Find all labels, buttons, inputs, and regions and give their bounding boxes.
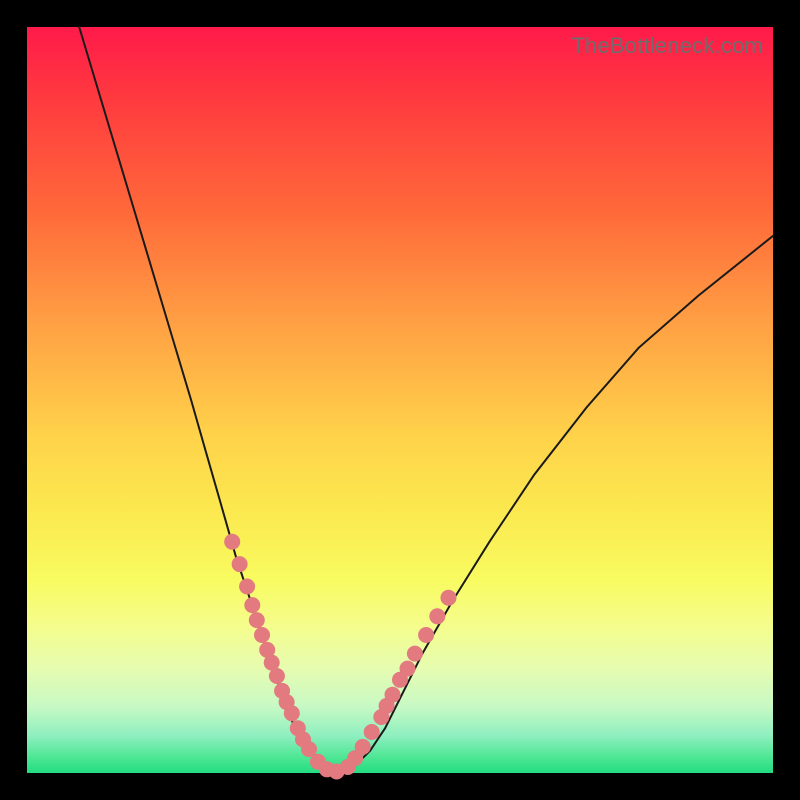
data-point: [385, 687, 401, 703]
data-point: [355, 739, 371, 755]
data-point: [224, 534, 240, 550]
chart-plot-area: TheBottleneck.com: [27, 27, 773, 773]
data-point: [429, 608, 445, 624]
bottleneck-curve: [79, 27, 773, 773]
data-point: [418, 627, 434, 643]
data-point: [269, 668, 285, 684]
data-point: [407, 646, 423, 662]
data-point: [441, 590, 457, 606]
data-point: [284, 705, 300, 721]
data-point: [239, 579, 255, 595]
data-point: [244, 597, 260, 613]
data-point: [400, 661, 416, 677]
marker-group: [224, 534, 456, 780]
data-point: [232, 556, 248, 572]
chart-frame: TheBottleneck.com: [0, 0, 800, 800]
data-point: [364, 724, 380, 740]
data-point: [254, 627, 270, 643]
data-point: [249, 612, 265, 628]
chart-svg: [27, 27, 773, 773]
